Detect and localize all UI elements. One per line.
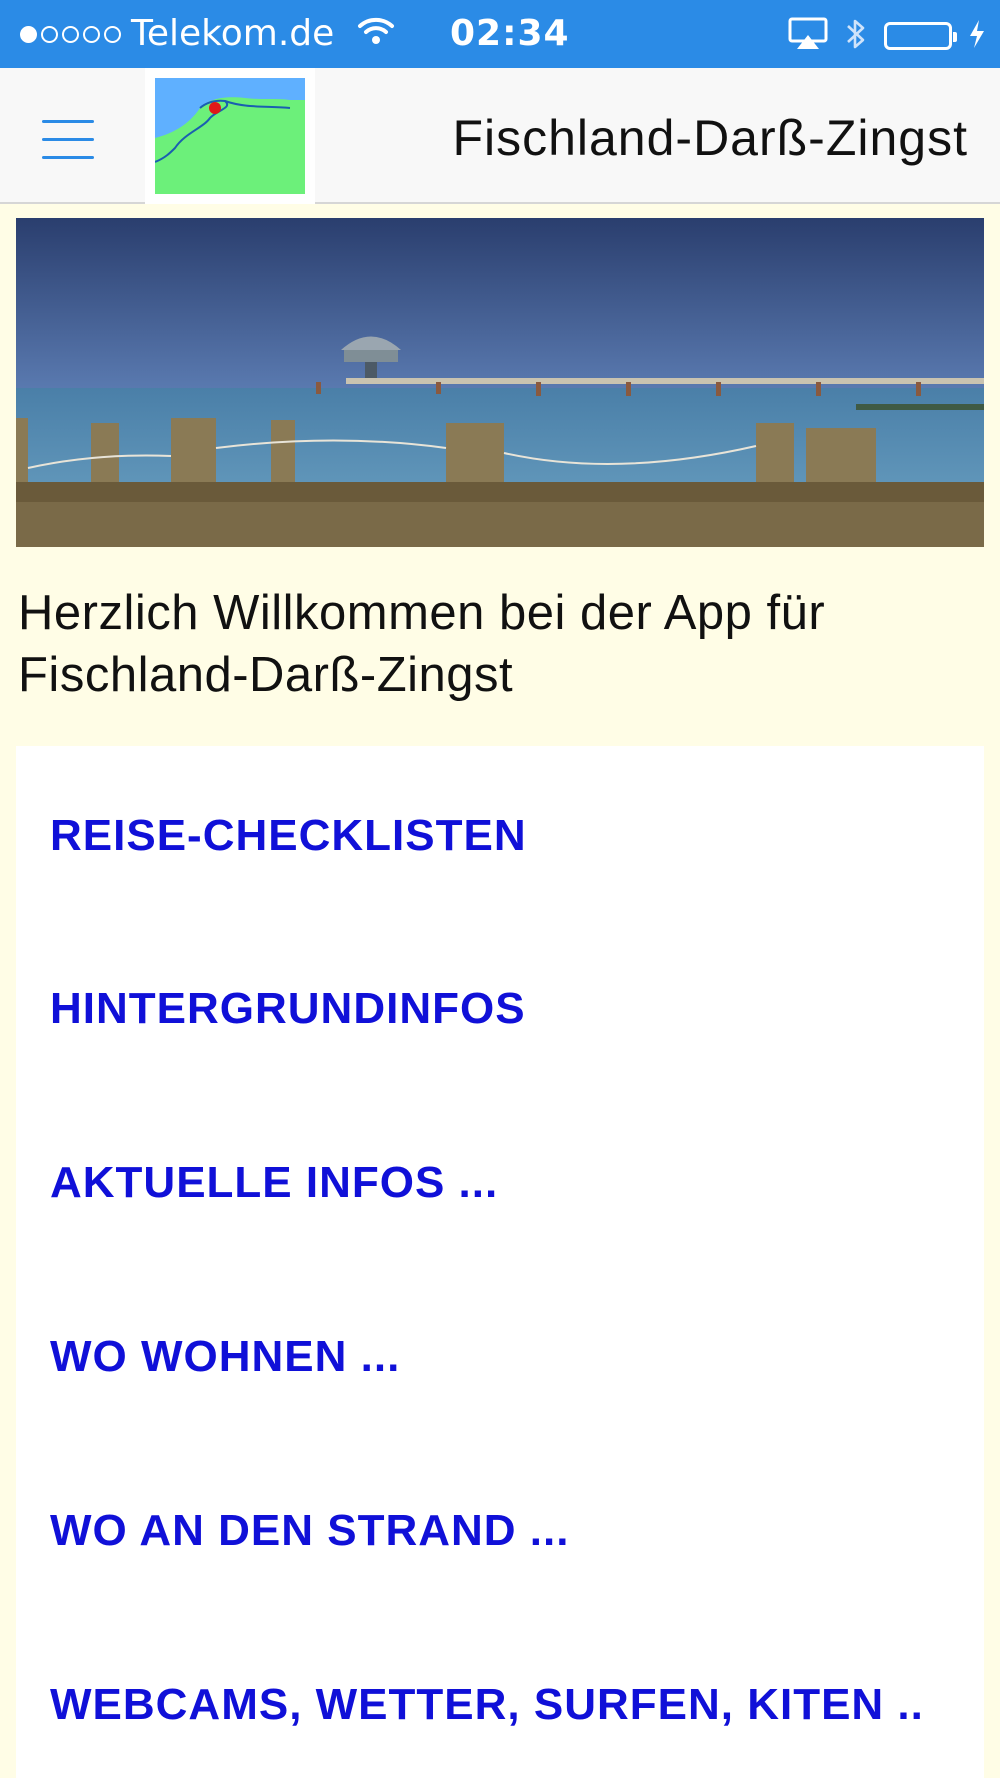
hero-image (16, 218, 984, 547)
carrier-group: Telekom.de (20, 14, 396, 54)
menu-item-reise-checklisten[interactable]: REISE-CHECKLISTEN (50, 811, 527, 861)
menu-item-aktuelle-infos[interactable]: AKTUELLE INFOS ... (50, 1158, 498, 1208)
page-title: Fischland-Darß-Zingst (452, 110, 968, 166)
menu-item-wo-an-den-strand[interactable]: WO AN DEN STRAND ... (50, 1506, 569, 1556)
main-menu: REISE-CHECKLISTEN HINTERGRUNDINFOS AKTUE… (16, 746, 984, 1778)
status-time: 02:34 (450, 13, 570, 54)
battery-icon (884, 22, 957, 50)
map-logo-icon[interactable] (145, 68, 315, 204)
hamburger-icon[interactable] (30, 108, 96, 168)
menu-item-webcams-wetter[interactable]: WEBCAMS, WETTER, SURFEN, KITEN .. (50, 1680, 924, 1730)
menu-item-hintergrundinfos[interactable]: HINTERGRUNDINFOS (50, 984, 526, 1034)
status-bar: Telekom.de 02:34 (0, 0, 1000, 68)
carrier-name: Telekom.de (131, 13, 335, 54)
status-right-icons (788, 16, 986, 56)
welcome-text: Herzlich Willkommen bei der App für Fisc… (18, 586, 826, 702)
signal-strength-icon (20, 25, 121, 43)
charging-icon (968, 19, 986, 53)
menu-item-wo-wohnen[interactable]: WO WOHNEN ... (50, 1332, 400, 1382)
airplay-icon (788, 17, 828, 55)
wifi-icon (356, 14, 396, 54)
navigation-bar: Fischland-Darß-Zingst (0, 68, 1000, 204)
bluetooth-icon (844, 16, 868, 56)
